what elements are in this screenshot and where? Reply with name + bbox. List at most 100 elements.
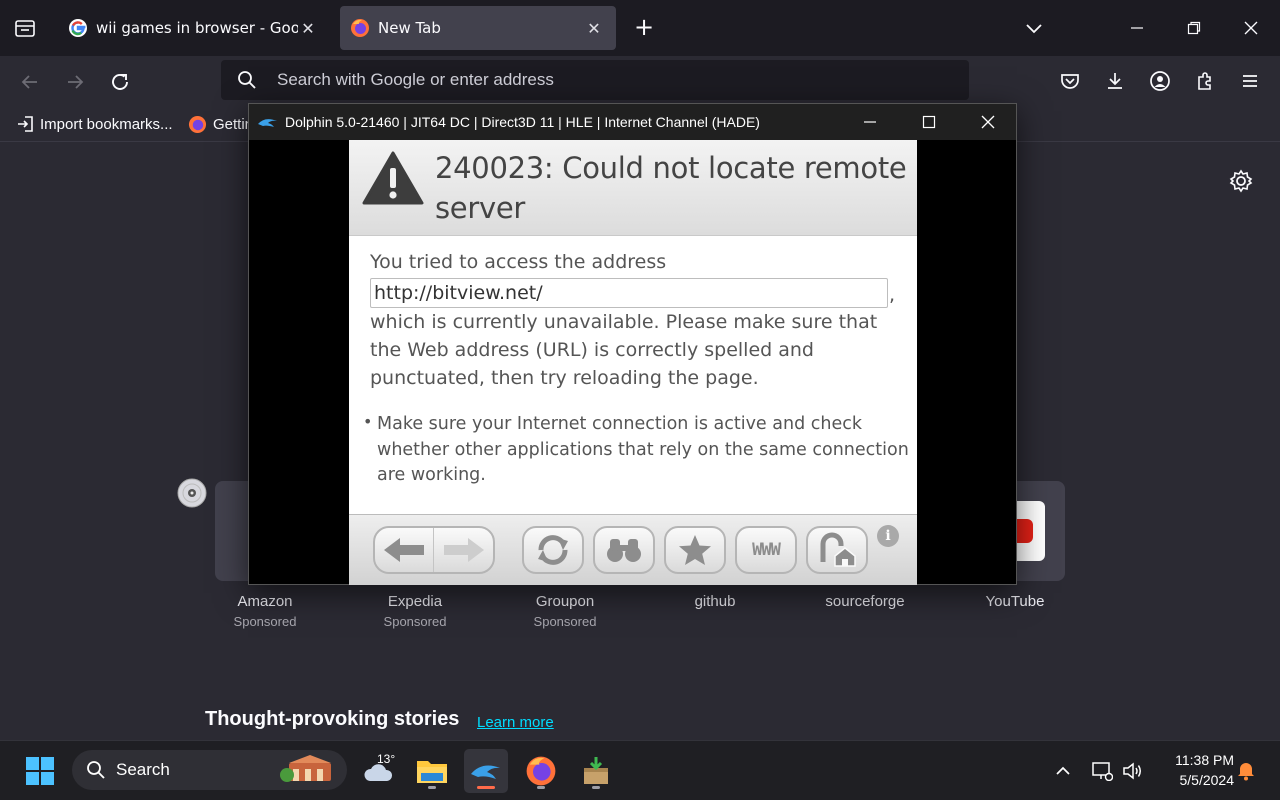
wii-search-button[interactable]	[593, 526, 655, 574]
close-icon	[981, 115, 995, 129]
firefox-taskbar-button[interactable]	[519, 749, 563, 793]
shortcut-label: Amazon	[237, 593, 293, 610]
dolphin-title-bar[interactable]: Dolphin 5.0-21460 | JIT64 DC | Direct3D …	[249, 104, 1016, 140]
list-all-tabs-button[interactable]	[10, 14, 40, 42]
wii-enter-address-button[interactable]: WWW	[735, 526, 797, 574]
tab-title: New Tab	[378, 19, 441, 37]
start-button[interactable]	[18, 749, 62, 793]
import-icon	[18, 116, 33, 132]
speaker-icon	[1123, 762, 1141, 780]
firefox-icon	[188, 115, 207, 133]
minimize-icon	[1131, 27, 1143, 29]
search-highlight-illustration-icon	[280, 755, 331, 782]
shortcut-label: github	[694, 593, 736, 610]
wii-back-button[interactable]	[375, 528, 435, 572]
account-button[interactable]	[1145, 66, 1175, 96]
shortcut-label: YouTube	[985, 593, 1045, 610]
address-bar[interactable]	[221, 60, 969, 100]
back-icon	[384, 538, 424, 562]
downloads-button[interactable]	[1100, 66, 1130, 96]
dolphin-close-button[interactable]	[961, 104, 1015, 140]
active-indicator	[477, 786, 495, 789]
restore-icon	[1187, 21, 1201, 35]
list-tabs-chevron[interactable]	[1020, 14, 1048, 42]
wii-reload-button[interactable]	[522, 526, 584, 574]
restore-button[interactable]	[1174, 10, 1214, 46]
taskbar-search[interactable]: Search	[72, 750, 347, 790]
home-icon	[820, 532, 856, 567]
back-button[interactable]	[14, 66, 46, 98]
wii-home-button[interactable]	[806, 526, 868, 574]
search-binoculars-icon	[607, 539, 641, 562]
error-tip: Make sure your Internet connection is ac…	[377, 414, 909, 485]
weather-temperature: 13°	[377, 752, 396, 766]
google-icon	[69, 19, 87, 37]
tab-bar: wii games in browser - Google Search ✕ N…	[0, 0, 1280, 56]
running-indicator	[537, 786, 545, 789]
taskbar: Search 13° 11:38 PM 5/5/2024	[0, 740, 1280, 800]
reload-button[interactable]	[104, 66, 136, 98]
tab-new-tab[interactable]: New Tab ✕	[340, 6, 616, 50]
installer-taskbar-button[interactable]	[574, 749, 618, 793]
bullet: •	[363, 412, 373, 431]
sponsored-label: Sponsored	[533, 614, 597, 629]
extensions-button[interactable]	[1190, 66, 1220, 96]
minimize-button[interactable]	[1117, 10, 1157, 46]
bookmark-label: Import bookmarks...	[40, 115, 173, 133]
file-explorer-button[interactable]	[410, 749, 454, 793]
close-tab-icon[interactable]: ✕	[298, 19, 318, 38]
clock-time: 11:38 PM	[1175, 752, 1234, 768]
maximize-icon	[922, 115, 936, 129]
forward-button[interactable]	[59, 66, 91, 98]
chevron-up-icon	[1056, 766, 1070, 775]
bookmark-import[interactable]: Import bookmarks...	[16, 112, 173, 136]
volume-button[interactable]	[1121, 759, 1145, 783]
tab-list-icon	[15, 20, 35, 37]
wii-favorites-button[interactable]	[664, 526, 726, 574]
url-input[interactable]	[277, 70, 877, 90]
pocket-button[interactable]	[1055, 66, 1085, 96]
wii-forward-button[interactable]	[434, 528, 493, 572]
reload-icon	[112, 74, 128, 90]
close-icon	[1244, 21, 1258, 35]
minimize-icon	[864, 121, 876, 123]
clock-date: 5/5/2024	[1179, 772, 1235, 788]
sponsored-label: Sponsored	[383, 614, 447, 629]
bookmark-label: Getting Started	[213, 115, 250, 133]
newtab-settings-button[interactable]	[1228, 168, 1254, 194]
taskbar-clock[interactable]: 11:38 PM 5/5/2024	[1150, 750, 1234, 790]
forward-icon	[443, 538, 484, 562]
dolphin-logo-icon	[258, 119, 277, 127]
back-forward-button-group	[373, 526, 495, 574]
tab-title: wii games in browser - Google Search	[96, 19, 298, 37]
error-title: 240023: Could not locate remote server	[435, 151, 907, 225]
dolphin-maximize-button[interactable]	[902, 104, 956, 140]
app-menu-button[interactable]	[1235, 66, 1265, 96]
tab-google-search[interactable]: wii games in browser - Google Search ✕	[58, 6, 330, 50]
close-tab-icon[interactable]: ✕	[584, 19, 604, 38]
network-status-button[interactable]	[1090, 759, 1114, 783]
running-indicator	[428, 786, 436, 789]
dolphin-logo-icon	[471, 765, 500, 779]
notifications-button[interactable]	[1234, 759, 1258, 783]
show-hidden-icons-button[interactable]	[1051, 759, 1075, 783]
close-window-button[interactable]	[1231, 10, 1271, 46]
wii-browser-toolbar: WWW i	[349, 514, 917, 585]
bookmark-getting-started[interactable]: Getting Started	[188, 112, 250, 136]
address-field[interactable]: http://bitview.net/	[370, 278, 888, 308]
dolphin-taskbar-button[interactable]	[464, 749, 508, 793]
learn-more-link[interactable]: Learn more	[477, 714, 554, 731]
shortcut-label: sourceforge	[825, 593, 905, 610]
shortcut-label: Groupon	[535, 593, 595, 610]
installer-box-icon	[584, 757, 608, 784]
shortcut-label: Expedia	[387, 593, 443, 610]
dolphin-title: Dolphin 5.0-21460 | JIT64 DC | Direct3D …	[285, 114, 760, 130]
chevron-down-icon	[1026, 24, 1042, 34]
search-icon	[238, 71, 256, 89]
address-comma: ,	[889, 284, 896, 306]
error-description: which is currently unavailable. Please m…	[370, 311, 878, 389]
dolphin-minimize-button[interactable]	[843, 104, 897, 140]
info-icon[interactable]: i	[877, 525, 899, 547]
new-tab-button[interactable]: +	[630, 14, 658, 42]
network-icon	[1092, 762, 1113, 781]
